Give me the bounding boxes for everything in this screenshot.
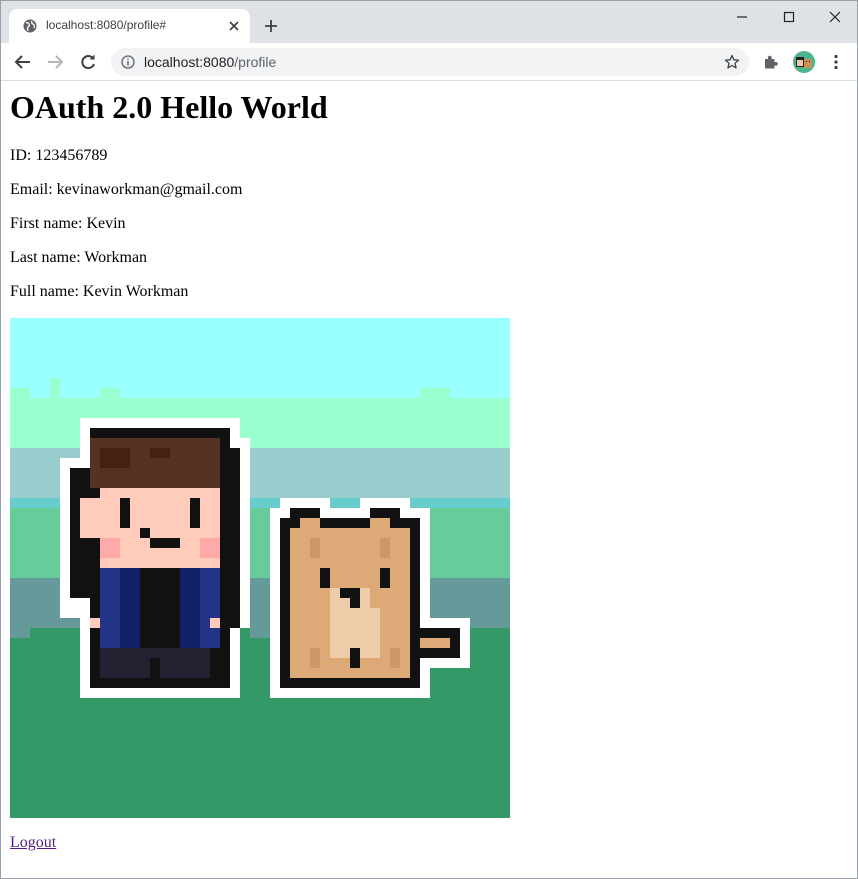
tab-strip: localhost:8080/profile#	[1, 1, 857, 43]
profile-picture	[10, 318, 510, 818]
browser-window: localhost:8080/profile# localhost:8080/p…	[0, 0, 858, 879]
bookmark-star-icon[interactable]	[724, 54, 740, 70]
profile-first-name: First name: Kevin	[10, 215, 126, 232]
forward-arrow-icon[interactable]	[46, 53, 64, 71]
extensions-puzzle-icon[interactable]	[762, 53, 780, 71]
profile-email: Email: kevinaworkman@gmail.com	[10, 181, 243, 198]
logout-link[interactable]: Logout	[10, 834, 56, 852]
globe-icon	[23, 19, 37, 33]
tab-title: localhost:8080/profile#	[46, 18, 167, 32]
avatar-icon	[796, 57, 812, 68]
maximize-icon[interactable]	[781, 9, 797, 25]
browser-toolbar: localhost:8080/profile	[1, 43, 857, 81]
page-title: OAuth 2.0 Hello World	[10, 89, 328, 125]
info-icon[interactable]	[121, 55, 135, 69]
more-menu-icon[interactable]	[827, 53, 845, 71]
new-tab-plus-icon[interactable]	[263, 18, 279, 34]
close-window-icon[interactable]	[827, 9, 843, 25]
reload-icon[interactable]	[79, 53, 97, 71]
back-arrow-icon[interactable]	[14, 53, 32, 71]
url-text: localhost:8080/profile	[144, 54, 276, 70]
url-path: /profile	[234, 54, 277, 70]
profile-avatar[interactable]	[793, 51, 815, 73]
tab-active[interactable]: localhost:8080/profile#	[9, 9, 250, 43]
profile-last-name: Last name: Workman	[10, 249, 148, 266]
profile-id: ID: 123456789	[10, 147, 108, 164]
close-tab-icon[interactable]	[227, 19, 241, 33]
page-content: OAuth 2.0 Hello World ID: 123456789 Emai…	[1, 81, 857, 878]
profile-full-name: Full name: Kevin Workman	[10, 283, 189, 300]
address-bar[interactable]: localhost:8080/profile	[111, 48, 749, 76]
url-host: localhost:8080	[144, 54, 235, 70]
minimize-icon[interactable]	[734, 9, 750, 25]
